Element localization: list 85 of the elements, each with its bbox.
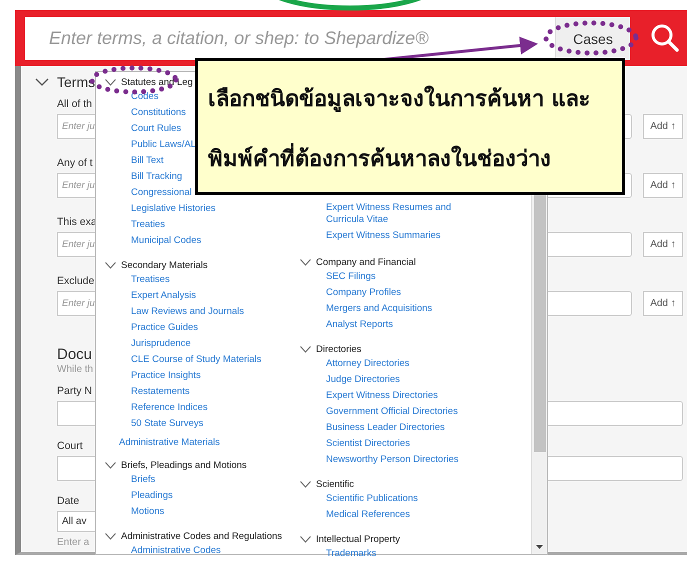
menu-item[interactable]: Administrative Codes <box>131 543 221 559</box>
add-button[interactable]: Add ↑ <box>643 173 683 198</box>
menu-item[interactable]: SEC Filings <box>326 269 376 285</box>
menu-item[interactable]: Constitutions <box>131 105 186 121</box>
input-field[interactable] <box>548 456 683 481</box>
menu-item[interactable]: Analyst Reports <box>326 317 394 333</box>
category-heading[interactable]: Scientific <box>316 478 354 490</box>
category-heading[interactable]: Briefs, Pleadings and Motions <box>121 460 247 470</box>
menu-item[interactable]: Public Laws/AL <box>131 137 196 153</box>
menu-item[interactable]: 50 State Surveys <box>131 416 204 432</box>
menu-item[interactable]: Bill Text <box>131 153 164 169</box>
input-field[interactable] <box>548 291 632 316</box>
field-label: Party N <box>57 385 92 398</box>
date-select[interactable]: All av <box>57 511 95 532</box>
menu-item[interactable]: Medical References <box>326 507 410 523</box>
input-field[interactable] <box>57 456 95 481</box>
category-heading[interactable]: Administrative Codes and Regulations <box>121 530 282 542</box>
field-label: Date <box>57 495 80 508</box>
chevron-down-icon[interactable] <box>300 346 311 352</box>
add-button[interactable]: Add ↑ <box>643 114 683 139</box>
callout-text: พิมพ์คำที่ต้องการค้นหาลงในช่องว่าง <box>208 129 551 189</box>
menu-item[interactable]: Motions <box>131 504 164 520</box>
callout-text: เลือกชนิดข้อมูลเจาะจงในการค้นหา และ <box>208 84 591 114</box>
category-heading[interactable]: Intellectual Property <box>316 534 400 544</box>
search-field[interactable]: Enter terms, a citation, or shep: to Shepardize® <box>25 17 555 60</box>
menu-item[interactable]: Expert Witness Directories <box>326 388 438 404</box>
chevron-down-icon[interactable] <box>300 480 311 488</box>
input-field[interactable]: Enter ju <box>57 232 95 257</box>
menu-item[interactable]: Reference Indices <box>131 400 208 416</box>
menu-item[interactable]: Restatements <box>131 384 190 400</box>
field-hint: Enter a <box>57 537 90 548</box>
input-field[interactable] <box>548 232 632 257</box>
field-label: All of th <box>57 98 92 111</box>
chevron-down-icon[interactable] <box>300 536 311 542</box>
menu-item[interactable]: Treatises <box>131 272 170 288</box>
section-heading: Docu <box>57 346 92 363</box>
menu-item[interactable]: Business Leader Directories <box>326 420 445 436</box>
menu-item[interactable]: Pleadings <box>131 488 173 504</box>
category-heading[interactable]: Company and Financial <box>316 256 416 268</box>
input-field[interactable]: Enter ju <box>57 173 95 198</box>
input-field[interactable]: Enter ju <box>57 114 95 139</box>
menu-item[interactable]: Practice Guides <box>131 320 198 336</box>
section-note: While th <box>57 364 94 375</box>
menu-item[interactable]: Expert Witness Resumes and Curricula Vitae <box>326 202 466 226</box>
menu-item[interactable]: Bill Tracking <box>131 169 182 185</box>
menu-item[interactable]: Company Profiles <box>326 285 401 301</box>
menu-item[interactable]: Law Reviews and Journals <box>131 304 244 320</box>
category-heading[interactable]: Secondary Materials <box>121 260 208 270</box>
field-label: Exclude <box>57 275 94 288</box>
menu-item[interactable]: Municipal Codes <box>131 233 202 249</box>
menu-item[interactable]: Jurisprudence <box>131 336 191 352</box>
menu-item[interactable]: Court Rules <box>131 121 182 137</box>
menu-item[interactable]: Government Official Directories <box>326 404 458 420</box>
input-field[interactable] <box>548 401 683 426</box>
scroll-down-icon[interactable] <box>536 545 543 549</box>
menu-item[interactable]: Newsworthy Person Directories <box>326 452 459 468</box>
chevron-down-icon[interactable] <box>105 78 116 86</box>
menu-item[interactable]: Treaties <box>131 217 165 233</box>
field-label: Any of t <box>57 157 93 170</box>
menu-item[interactable]: Practice Insights <box>131 368 201 384</box>
category-heading[interactable]: Directories <box>316 344 362 354</box>
menu-item[interactable]: Judge Directories <box>326 372 400 388</box>
chevron-down-icon[interactable] <box>300 258 311 266</box>
menu-item[interactable]: Trademarks <box>326 546 376 562</box>
chevron-down-icon[interactable] <box>35 78 49 86</box>
menu-item[interactable]: Briefs <box>131 472 156 488</box>
chevron-down-icon[interactable] <box>105 462 116 468</box>
input-field[interactable] <box>57 401 95 426</box>
menu-item[interactable]: Mergers and Acquisitions <box>326 301 432 317</box>
menu-item[interactable]: Scientist Directories <box>326 436 410 452</box>
menu-item[interactable]: CLE Course of Study Materials <box>131 352 262 368</box>
add-button[interactable]: Add ↑ <box>643 291 683 316</box>
chevron-down-icon[interactable] <box>105 262 116 268</box>
input-field[interactable]: Enter ju <box>57 291 95 316</box>
search-icon[interactable] <box>650 23 680 53</box>
menu-item[interactable]: Expert Analysis <box>131 288 196 304</box>
menu-item[interactable]: Attorney Directories <box>326 356 410 372</box>
menu-item[interactable]: Expert Witness Summaries <box>326 230 466 242</box>
menu-item[interactable]: Administrative Materials <box>119 437 220 448</box>
menu-item[interactable]: Congressional <box>131 185 192 201</box>
menu-item[interactable]: Legislative Histories <box>131 201 216 217</box>
field-label: Court <box>57 440 83 453</box>
add-button[interactable]: Add ↑ <box>643 232 683 257</box>
menu-item[interactable]: Scientific Publications <box>326 491 418 507</box>
chevron-down-icon[interactable] <box>105 532 116 540</box>
